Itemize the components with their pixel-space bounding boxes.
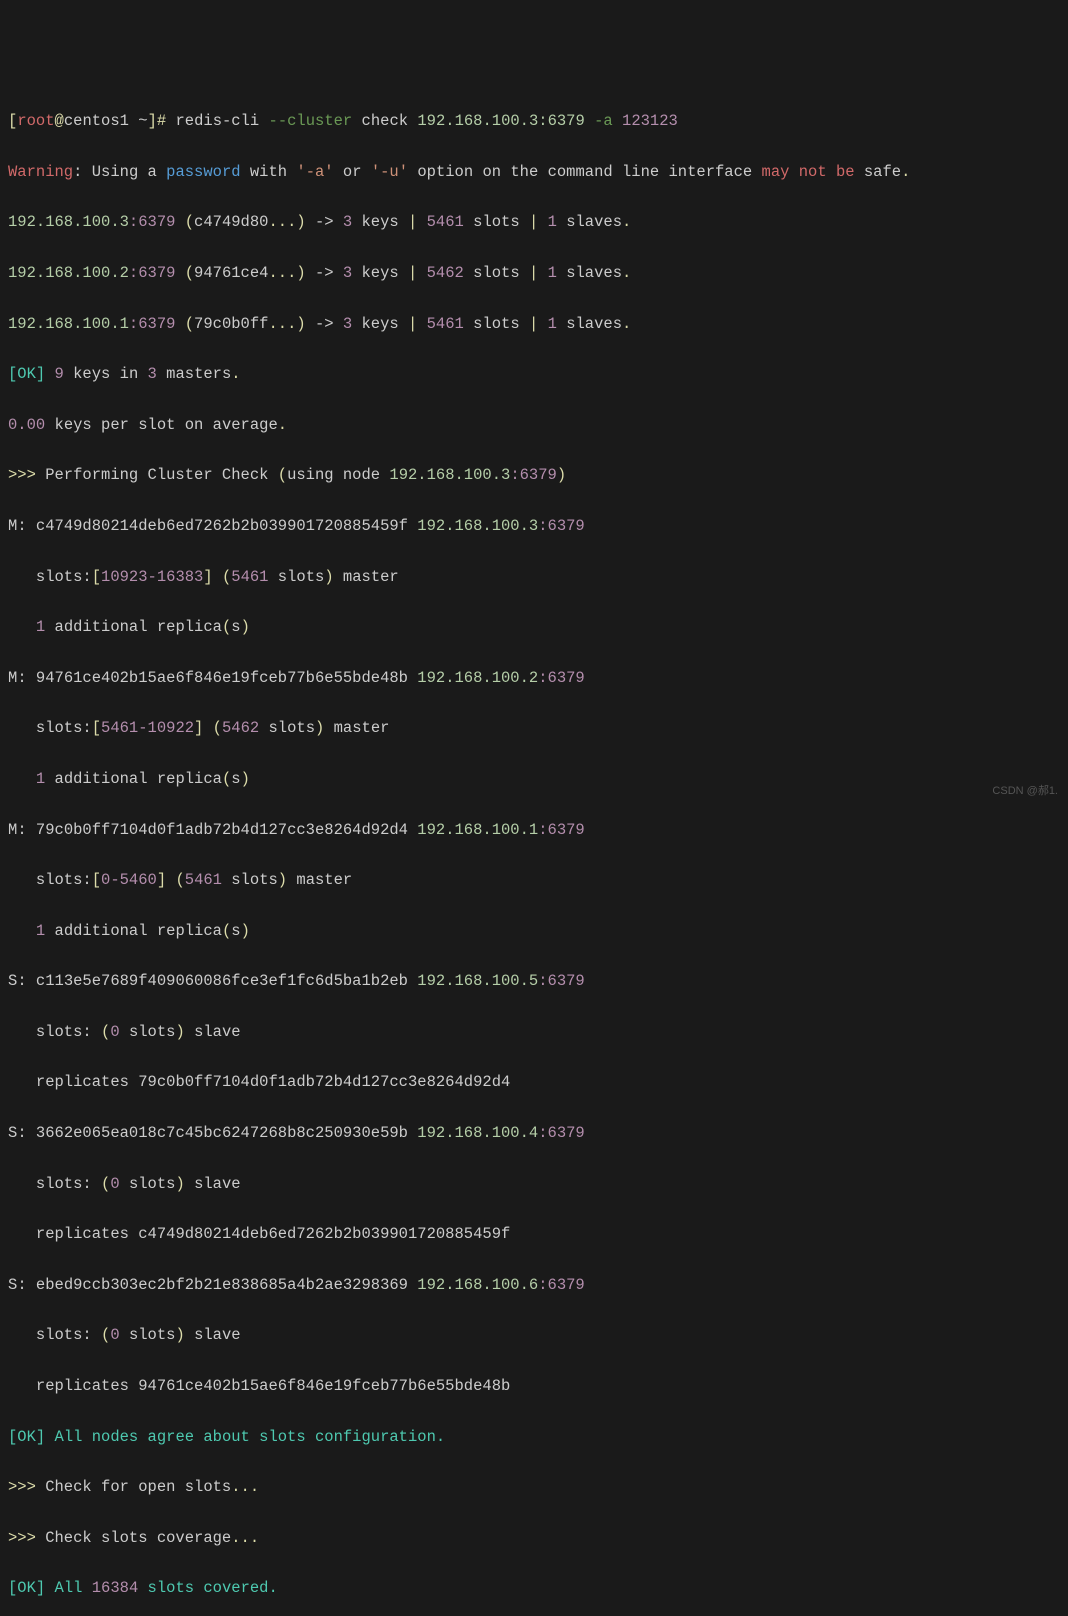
replicates-line: replicates c4749d80214deb6ed7262b2b03990…	[8, 1222, 1060, 1247]
password: 123123	[622, 112, 678, 130]
prompt-line[interactable]: [root@centos1 ~]# redis-cli --cluster ch…	[8, 109, 1060, 134]
replica-line: 1 additional replica(s)	[8, 615, 1060, 640]
node-id: c113e5e7689f409060086fce3ef1fc6d5ba1b2eb	[36, 972, 417, 990]
slots-line: slots: (0 slots) slave	[8, 1323, 1060, 1348]
avg-line: 0.00 keys per slot on average.	[8, 413, 1060, 438]
slave-node: S: ebed9ccb303ec2bf2b21e838685a4b2ae3298…	[8, 1273, 1060, 1298]
slots-line: slots:[0-5460] (5461 slots) master	[8, 868, 1060, 893]
replicates-line: replicates 79c0b0ff7104d0f1adb72b4d127cc…	[8, 1070, 1060, 1095]
slots-line: slots: (0 slots) slave	[8, 1172, 1060, 1197]
chevron-icon: >>>	[8, 1478, 36, 1496]
flag: --cluster	[269, 112, 353, 130]
ok-line: [OK] All nodes agree about slots configu…	[8, 1425, 1060, 1450]
check-line: >>> Check for open slots...	[8, 1475, 1060, 1500]
password-word: password	[166, 163, 240, 181]
host: centos1	[64, 112, 129, 130]
slave-node: S: c113e5e7689f409060086fce3ef1fc6d5ba1b…	[8, 969, 1060, 994]
node-id: c4749d80214deb6ed7262b2b039901720885459f	[36, 517, 417, 535]
flag: -a	[585, 112, 622, 130]
master-node: M: 79c0b0ff7104d0f1adb72b4d127cc3e8264d9…	[8, 818, 1060, 843]
chevron-icon: >>>	[8, 466, 36, 484]
chevron-icon: >>>	[8, 1529, 36, 1547]
slave-node: S: 3662e065ea018c7c45bc6247268b8c250930e…	[8, 1121, 1060, 1146]
node-id: ebed9ccb303ec2bf2b21e838685a4b2ae3298369	[36, 1276, 417, 1294]
ok-badge: [OK]	[8, 1428, 45, 1446]
hash: #	[157, 112, 176, 130]
master-node: M: 94761ce402b15ae6f846e19fceb77b6e55bde…	[8, 666, 1060, 691]
bracket: [	[8, 112, 17, 130]
warning-line: Warning: Using a password with '-a' or '…	[8, 160, 1060, 185]
check: check	[352, 112, 417, 130]
terminal-output: [root@centos1 ~]# redis-cli --cluster ch…	[8, 84, 1060, 1616]
replica-line: 1 additional replica(s)	[8, 767, 1060, 792]
summary-line: 192.168.100.2:6379 (94761ce4...) -> 3 ke…	[8, 261, 1060, 286]
ok-line: [OK] All 16384 slots covered.	[8, 1576, 1060, 1601]
node-id: 3662e065ea018c7c45bc6247268b8c250930e59b	[36, 1124, 417, 1142]
ok-badge: [OK]	[8, 365, 45, 383]
bracket: ]	[148, 112, 157, 130]
ok-badge: [OK]	[8, 1579, 45, 1597]
performing-line: >>> Performing Cluster Check (using node…	[8, 463, 1060, 488]
master-node: M: c4749d80214deb6ed7262b2b0399017208854…	[8, 514, 1060, 539]
path: ~	[129, 112, 148, 130]
user: root	[17, 112, 54, 130]
summary-line: 192.168.100.1:6379 (79c0b0ff...) -> 3 ke…	[8, 312, 1060, 337]
replicates-line: replicates 94761ce402b15ae6f846e19fceb77…	[8, 1374, 1060, 1399]
target-addr: 192.168.100.3:6379	[417, 112, 584, 130]
slots-line: slots: (0 slots) slave	[8, 1020, 1060, 1045]
node-id: 94761ce402b15ae6f846e19fceb77b6e55bde48b	[36, 669, 417, 687]
cmd: redis-cli	[176, 112, 269, 130]
check-line: >>> Check slots coverage...	[8, 1526, 1060, 1551]
ok-line: [OK] 9 keys in 3 masters.	[8, 362, 1060, 387]
summary-line: 192.168.100.3:6379 (c4749d80...) -> 3 ke…	[8, 210, 1060, 235]
replica-line: 1 additional replica(s)	[8, 919, 1060, 944]
at: @	[55, 112, 64, 130]
slots-line: slots:[10923-16383] (5461 slots) master	[8, 565, 1060, 590]
slots-line: slots:[5461-10922] (5462 slots) master	[8, 716, 1060, 741]
watermark: CSDN @郝1.	[992, 779, 1058, 804]
warning-label: Warning	[8, 163, 73, 181]
node-id: 79c0b0ff7104d0f1adb72b4d127cc3e8264d92d4	[36, 821, 417, 839]
